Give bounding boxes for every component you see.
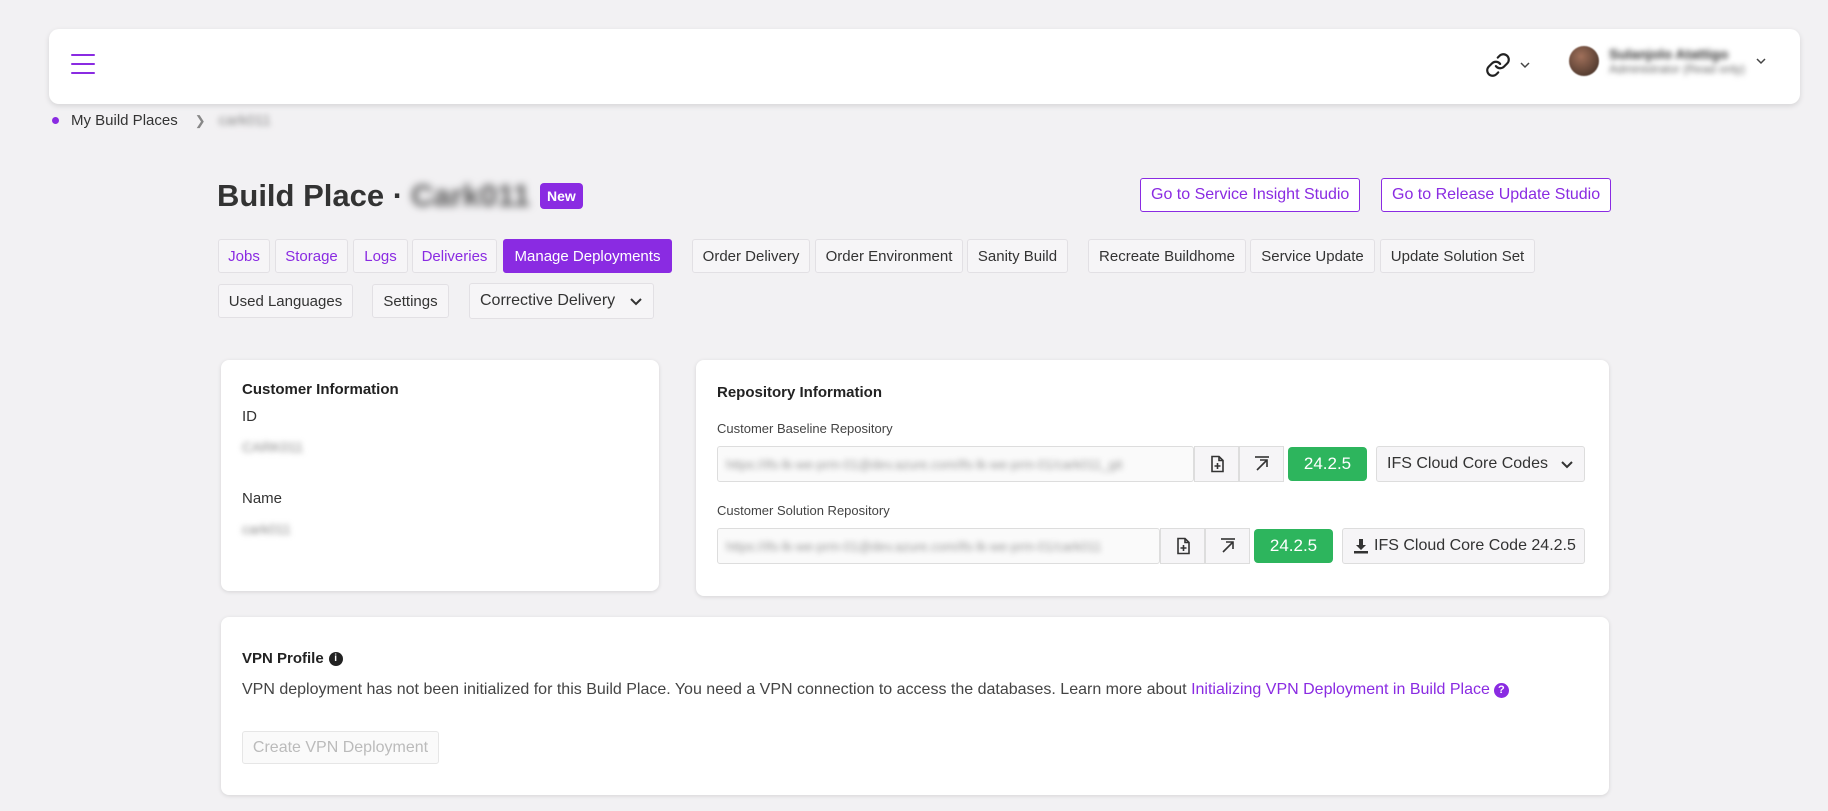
info-icon[interactable]: i (328, 651, 343, 666)
vpn-description: VPN deployment has not been initialized … (242, 681, 1509, 699)
vpn-description-text: VPN deployment has not been initialized … (242, 681, 1187, 698)
breadcrumb: My Build Places ❯ cark011 (52, 112, 271, 129)
corrective-delivery-label: Corrective Delivery (480, 292, 616, 309)
download-icon (1354, 539, 1368, 554)
baseline-dropdown-label: IFS Cloud Core Codes (1387, 455, 1548, 472)
avatar (1569, 46, 1599, 76)
open-external-icon (1254, 456, 1269, 471)
tab-storage[interactable]: Storage (275, 239, 348, 273)
repository-information-card: Repository Information Customer Baseline… (696, 360, 1609, 596)
name-label: Name (242, 490, 283, 507)
id-label: ID (242, 408, 257, 425)
open-solution-button[interactable] (1205, 528, 1250, 564)
copy-file-icon (1176, 537, 1190, 555)
links-menu[interactable] (1485, 52, 1531, 78)
vpn-profile-title: VPN Profile (242, 650, 324, 667)
breadcrumb-my-build-places[interactable]: My Build Places (71, 112, 178, 129)
create-vpn-deployment-button[interactable]: Create VPN Deployment (242, 731, 439, 764)
baseline-repository-url[interactable]: https://ifs-lk-we-prm-01@dev.azure.com/i… (717, 446, 1194, 482)
solution-url-text: https://ifs-lk-we-prm-01@dev.azure.com/i… (726, 538, 1102, 554)
chevron-down-icon (1520, 62, 1530, 69)
tab-logs[interactable]: Logs (353, 239, 408, 273)
customer-information-title: Customer Information (242, 381, 399, 398)
vpn-learn-more-link[interactable]: Initializing VPN Deployment in Build Pla… (1191, 681, 1490, 698)
settings-button[interactable]: Settings (372, 284, 449, 318)
baseline-version-badge: 24.2.5 (1288, 447, 1367, 481)
customer-information-card: Customer Information ID CARK011 Name car… (221, 360, 659, 591)
user-menu[interactable]: Sulanjolo Atattigo Administrator (Read o… (1569, 46, 1767, 76)
open-external-icon (1220, 538, 1235, 553)
id-value: CARK011 (242, 439, 304, 455)
vpn-profile-header: VPN Profile i (242, 650, 343, 667)
name-value: cark011 (242, 521, 291, 537)
chevron-down-icon (630, 298, 642, 306)
tab-deliveries[interactable]: Deliveries (412, 239, 497, 273)
baseline-code-dropdown[interactable]: IFS Cloud Core Codes (1376, 446, 1585, 482)
page-title: Build Place · (217, 178, 404, 213)
tab-jobs[interactable]: Jobs (218, 239, 270, 273)
breadcrumb-current: cark011 (218, 112, 271, 129)
user-name: Sulanjolo Atattigo (1609, 46, 1729, 62)
update-solution-set-button[interactable]: Update Solution Set (1380, 239, 1535, 273)
solution-version-badge: 24.2.5 (1254, 529, 1333, 563)
copy-file-icon (1210, 455, 1224, 473)
page-header: Build Place · Cark011 New (217, 178, 583, 214)
used-languages-button[interactable]: Used Languages (218, 284, 353, 318)
baseline-repository-label: Customer Baseline Repository (717, 421, 893, 436)
user-role: Administrator (Read only) (1609, 62, 1746, 76)
tab-manage-deployments[interactable]: Manage Deployments (503, 239, 672, 273)
download-label: IFS Cloud Core Code 24.2.5 (1374, 537, 1576, 554)
sanity-build-button[interactable]: Sanity Build (967, 239, 1068, 273)
solution-repository-url[interactable]: https://ifs-lk-we-prm-01@dev.azure.com/i… (717, 528, 1160, 564)
solution-repository-label: Customer Solution Repository (717, 503, 890, 518)
release-update-studio-button[interactable]: Go to Release Update Studio (1381, 178, 1612, 212)
new-badge: New (540, 183, 583, 209)
hamburger-icon[interactable] (71, 54, 95, 76)
order-environment-button[interactable]: Order Environment (815, 239, 963, 273)
order-delivery-button[interactable]: Order Delivery (692, 239, 810, 273)
service-insight-studio-button[interactable]: Go to Service Insight Studio (1140, 178, 1361, 212)
recreate-buildhome-button[interactable]: Recreate Buildhome (1088, 239, 1246, 273)
corrective-delivery-dropdown[interactable]: Corrective Delivery (469, 283, 654, 319)
user-info: Sulanjolo Atattigo Administrator (Read o… (1609, 46, 1745, 76)
chevron-down-icon (1756, 58, 1766, 65)
chevron-down-icon (1561, 461, 1573, 469)
open-baseline-button[interactable] (1239, 446, 1284, 482)
top-bar: Sulanjolo Atattigo Administrator (Read o… (49, 29, 1800, 104)
copy-solution-button[interactable] (1160, 528, 1205, 564)
build-place-name: Cark011 (411, 178, 530, 213)
vpn-profile-card: VPN Profile i (221, 617, 1609, 795)
help-icon[interactable]: ? (1493, 682, 1509, 698)
chevron-right-icon: ❯ (194, 112, 206, 128)
baseline-url-text: https://ifs-lk-we-prm-01@dev.azure.com/i… (726, 456, 1123, 472)
breadcrumb-dot (52, 117, 59, 124)
repository-information-title: Repository Information (717, 384, 883, 401)
link-icon (1486, 53, 1510, 77)
service-update-button[interactable]: Service Update (1250, 239, 1375, 273)
copy-baseline-button[interactable] (1194, 446, 1239, 482)
download-core-code-button[interactable]: IFS Cloud Core Code 24.2.5 (1342, 528, 1585, 564)
